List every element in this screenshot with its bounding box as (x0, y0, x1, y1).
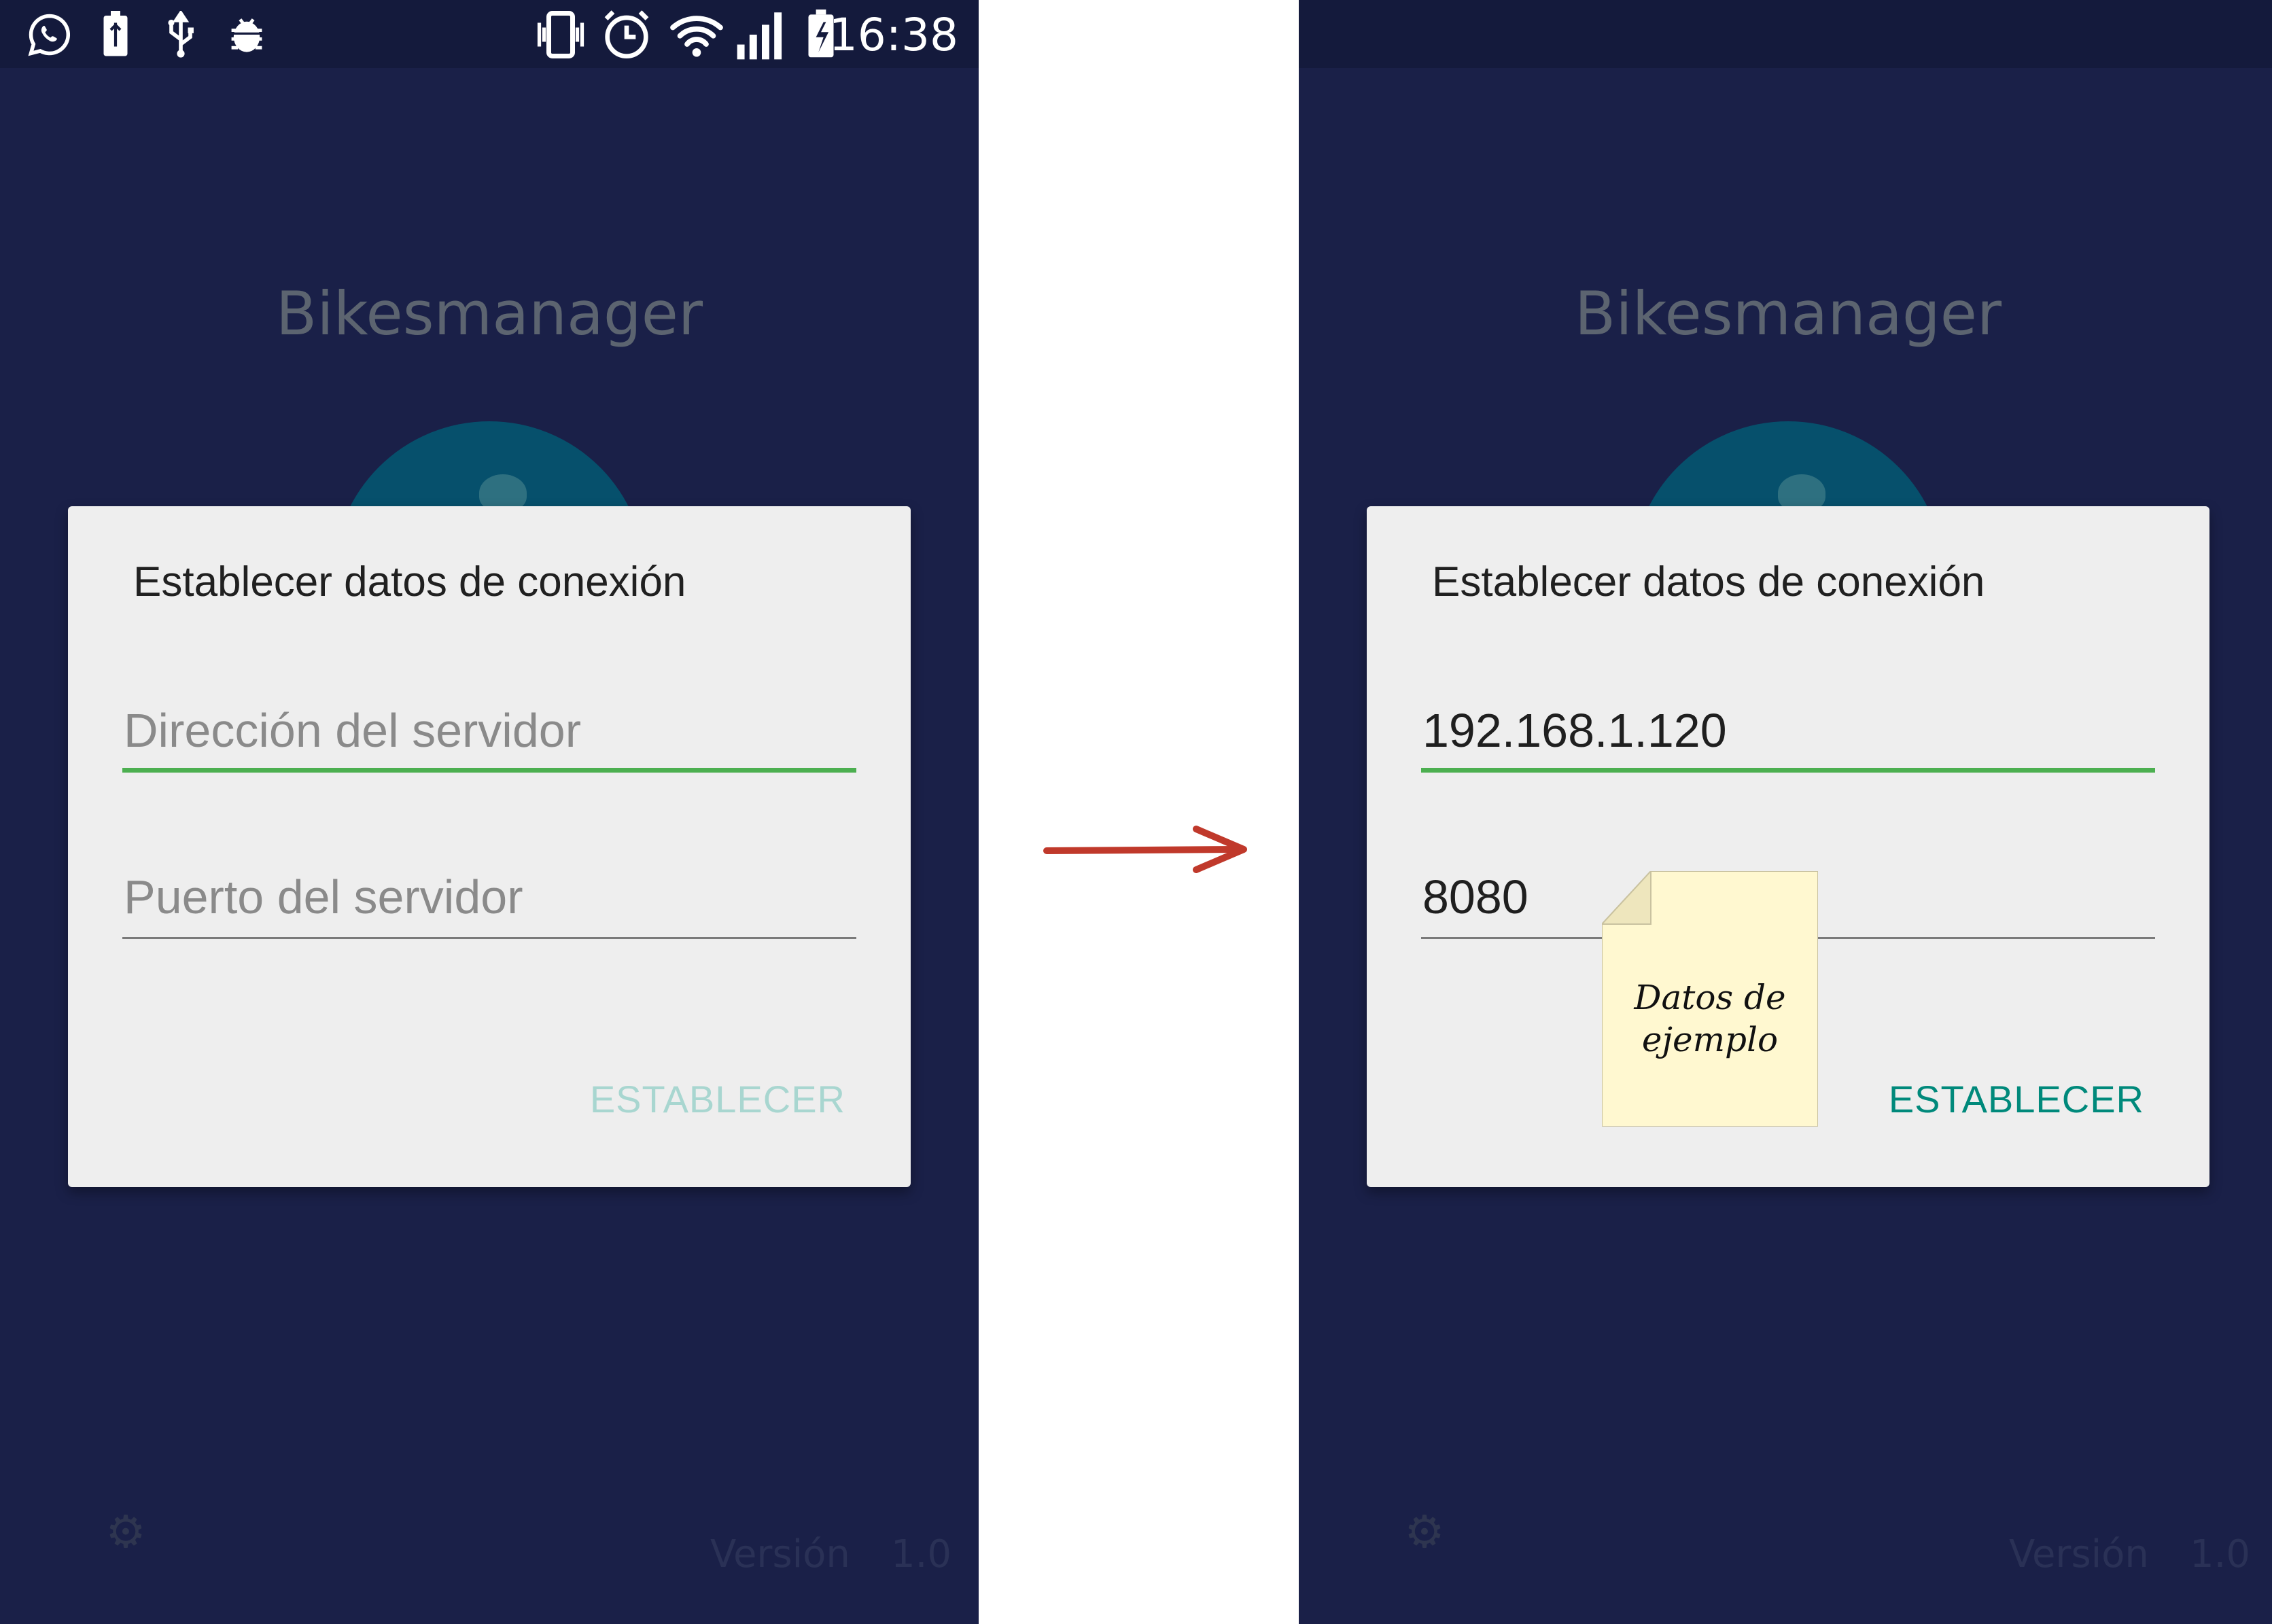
server-port-placeholder: Puerto del servidor (124, 870, 523, 923)
server-port-field[interactable]: Puerto del servidor (122, 863, 856, 939)
settings-gear-icon[interactable]: ⚙ (102, 1508, 150, 1556)
wifi-icon (666, 5, 727, 64)
server-address-field[interactable]: 192.168.1.120 (1421, 696, 2155, 773)
version-label: Versión (710, 1532, 850, 1576)
note-line-1: Datos de (1634, 978, 1786, 1017)
vibrate-icon (530, 5, 591, 64)
example-data-sticky-note: Datos de ejemplo (1602, 871, 1818, 1127)
settings-gear-icon[interactable]: ⚙ (1401, 1508, 1448, 1556)
set-button[interactable]: ESTABLECER (590, 1077, 845, 1121)
connection-dialog: Establecer datos de conexión Dirección d… (68, 506, 911, 1187)
status-bar: 16:38 (0, 0, 979, 68)
app-title: Bikesmanager (275, 279, 703, 349)
server-address-value: 192.168.1.120 (1422, 704, 1727, 757)
android-debug-icon (223, 5, 270, 64)
set-button[interactable]: ESTABLECER (1889, 1077, 2144, 1121)
server-port-value: 8080 (1422, 870, 1528, 923)
whatsapp-icon (26, 5, 73, 64)
version-number: 1.0 (2189, 1532, 2250, 1576)
server-address-field[interactable]: Dirección del servidor (122, 696, 856, 773)
dialog-title: Establecer datos de conexión (1432, 559, 1985, 605)
phone-screen-before: 16:38 Bikesmanager ⚙ Versión 1.0 Establec… (0, 0, 979, 1624)
transition-arrow-icon (1043, 826, 1247, 873)
usb-icon (160, 5, 201, 64)
phone-screen-after: Bikesmanager ⚙ Versión 1.0 Establecer dat… (1299, 0, 2272, 1624)
app-title: Bikesmanager (1574, 279, 2002, 349)
field-underline (122, 937, 856, 939)
version-number: 1.0 (890, 1532, 951, 1576)
status-bar (1299, 0, 2272, 68)
dialog-title: Establecer datos de conexión (133, 559, 686, 605)
server-address-placeholder: Dirección del servidor (124, 704, 582, 757)
focus-underline (1421, 768, 2155, 773)
version-label: Versión (2009, 1532, 2149, 1576)
signal-icon (733, 5, 791, 64)
version-info: Versión 1.0 (710, 1532, 951, 1576)
version-info: Versión 1.0 (2009, 1532, 2250, 1576)
sticky-note-text: Datos de ejemplo (1602, 976, 1818, 1061)
battery-usb-icon (95, 5, 136, 64)
alarm-icon (598, 5, 655, 64)
note-line-2: ejemplo (1641, 1020, 1779, 1059)
focus-underline (122, 768, 856, 773)
status-time: 16:38 (828, 9, 958, 61)
